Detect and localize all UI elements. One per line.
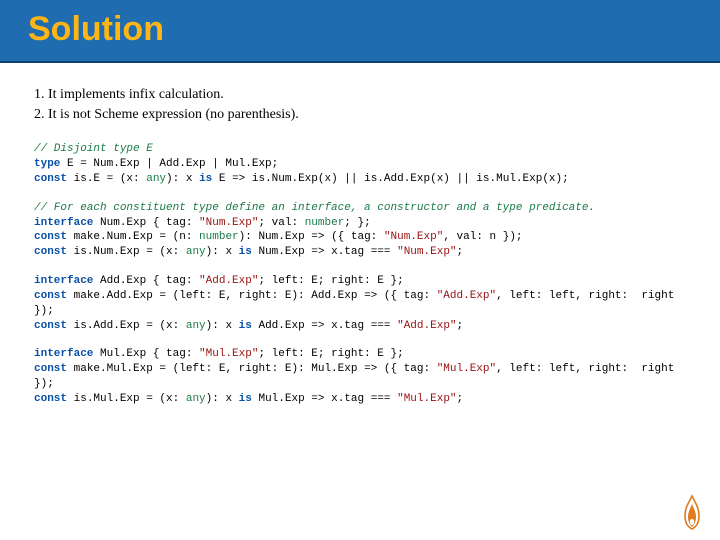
code-block-addexp: interface Add.Exp { tag: "Add.Exp"; left… [34,274,686,333]
rule-1: 1. It implements infix calculation. [34,85,686,105]
slide-title: Solution [28,10,692,49]
code-block-disjoint: // Disjoint type E type E = Num.Exp | Ad… [34,142,686,187]
flame-logo-icon [679,494,705,530]
rule-2: 2. It is not Scheme expression (no paren… [34,105,686,125]
code-block-numexp: // For each constituent type define an i… [34,201,686,260]
slide-header: Solution [0,0,720,63]
code-block-mulexp: interface Mul.Exp { tag: "Mul.Exp"; left… [34,347,686,406]
slide-content: 1. It implements infix calculation. 2. I… [0,63,720,407]
code-area: // Disjoint type E type E = Num.Exp | Ad… [34,142,686,407]
rules-list: 1. It implements infix calculation. 2. I… [34,85,686,124]
